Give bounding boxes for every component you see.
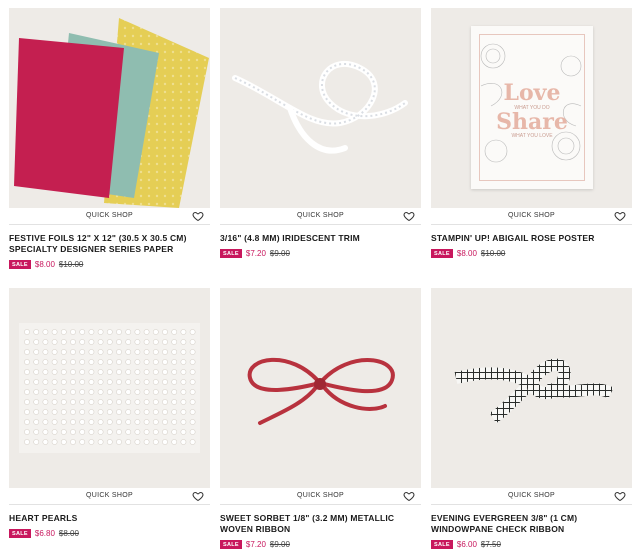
quick-shop-button[interactable]: QUICK SHOP: [9, 492, 210, 499]
quick-shop-button[interactable]: QUICK SHOP: [220, 492, 421, 499]
trim-illustration: [232, 60, 408, 154]
quick-shop-button[interactable]: QUICK SHOP: [431, 492, 632, 499]
sale-price: $8.00: [456, 249, 477, 258]
poster-word-share: Share: [496, 109, 568, 135]
original-price: $9.00: [269, 249, 290, 258]
product-image[interactable]: [9, 288, 210, 488]
heart-icon[interactable]: [192, 490, 204, 502]
original-price: $10.00: [58, 260, 84, 269]
price-row: SALE $8.00 $10.00: [9, 259, 210, 270]
sale-badge: SALE: [9, 529, 31, 538]
quick-shop-button[interactable]: QUICK SHOP: [431, 212, 632, 219]
poster-sheet: Love WHAT YOU DO Share WHAT YOU LOVE: [471, 26, 593, 189]
original-price: $10.00: [480, 249, 506, 258]
product-image[interactable]: [220, 288, 421, 488]
sale-badge: SALE: [9, 260, 31, 269]
poster-sub2: WHAT YOU LOVE: [511, 133, 553, 139]
sale-price: $6.80: [34, 529, 55, 538]
original-price: $9.00: [269, 540, 290, 549]
original-price: $8.00: [58, 529, 79, 538]
check-ribbon-illustration: [454, 358, 614, 424]
ribbon-bow-illustration: [247, 357, 395, 425]
product-card[interactable]: QUICK SHOP SWEET SORBET 1/8" (3.2 MM) ME…: [220, 288, 421, 550]
quick-shop-button[interactable]: QUICK SHOP: [9, 212, 210, 219]
heart-icon[interactable]: [614, 210, 626, 222]
poster-word-love: Love: [503, 80, 561, 106]
product-title[interactable]: 3/16" (4.8 MM) IRIDESCENT TRIM: [220, 233, 421, 244]
product-image[interactable]: [9, 8, 210, 208]
product-title[interactable]: EVENING EVERGREEN 3/8" (1 CM) WINDOWPANE…: [431, 513, 632, 535]
product-card[interactable]: QUICK SHOP HEART PEARLS SALE $6.80 $8.00: [9, 288, 210, 539]
heart-icon[interactable]: [403, 210, 415, 222]
sale-price: $8.00: [34, 260, 55, 269]
product-card[interactable]: QUICK SHOP EVENING EVERGREEN 3/8" (1 CM)…: [431, 288, 632, 550]
quick-shop-button[interactable]: QUICK SHOP: [220, 212, 421, 219]
heart-icon[interactable]: [192, 210, 204, 222]
product-title[interactable]: FESTIVE FOILS 12" X 12" (30.5 X 30.5 CM)…: [9, 233, 210, 255]
price-row: SALE $6.80 $8.00: [9, 528, 210, 539]
product-title[interactable]: HEART PEARLS: [9, 513, 210, 524]
sale-price: $6.00: [456, 540, 477, 549]
sale-price: $7.20: [245, 249, 266, 258]
price-row: SALE $7.20 $9.00: [220, 248, 421, 259]
heart-icon[interactable]: [403, 490, 415, 502]
product-image[interactable]: Love WHAT YOU DO Share WHAT YOU LOVE: [431, 8, 632, 208]
price-row: SALE $7.20 $9.00: [220, 539, 421, 550]
product-image[interactable]: [431, 288, 632, 488]
product-image[interactable]: [220, 8, 421, 208]
product-card[interactable]: QUICK SHOP 3/16" (4.8 MM) IRIDESCENT TRI…: [220, 8, 421, 259]
paper-stack-illustration: [14, 18, 209, 208]
pearls-illustration: [19, 323, 200, 453]
product-title[interactable]: SWEET SORBET 1/8" (3.2 MM) METALLIC WOVE…: [220, 513, 421, 535]
product-card[interactable]: QUICK SHOP FESTIVE FOILS 12" X 12" (30.5…: [9, 8, 210, 270]
heart-icon[interactable]: [614, 490, 626, 502]
sale-badge: SALE: [220, 540, 242, 549]
sale-badge: SALE: [220, 249, 242, 258]
price-row: SALE $8.00 $10.00: [431, 248, 632, 259]
price-row: SALE $6.00 $7.50: [431, 539, 632, 550]
product-card[interactable]: Love WHAT YOU DO Share WHAT YOU LOVE QUI…: [431, 8, 632, 259]
sale-price: $7.20: [245, 540, 266, 549]
original-price: $7.50: [480, 540, 501, 549]
sale-badge: SALE: [431, 540, 453, 549]
sale-badge: SALE: [431, 249, 453, 258]
product-title[interactable]: STAMPIN' UP! ABIGAIL ROSE POSTER: [431, 233, 632, 244]
